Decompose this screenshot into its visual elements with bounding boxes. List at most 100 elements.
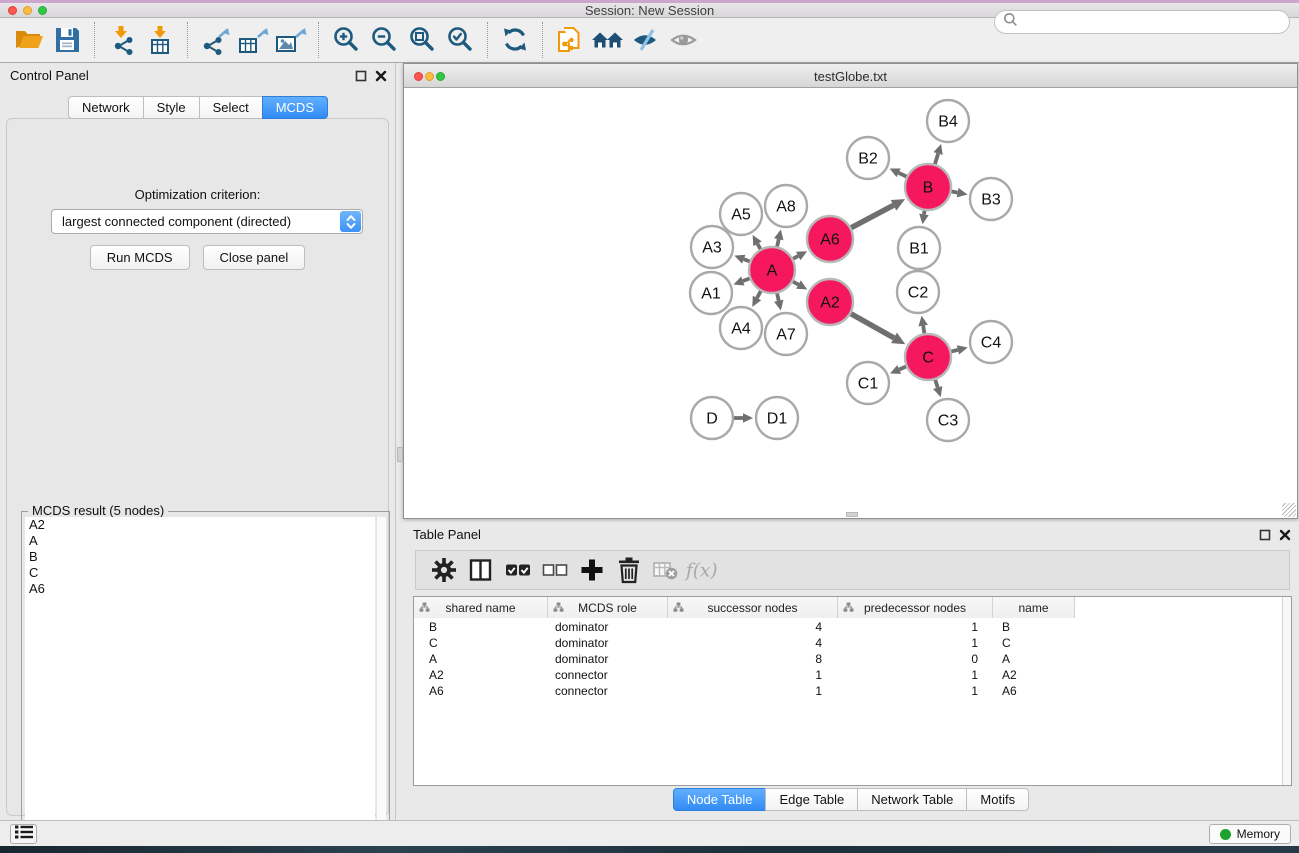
graph-edge-B-B2 [899,173,908,177]
delete-icon[interactable] [610,550,647,590]
graph-node-label: A6 [820,232,840,249]
network-view-window: testGlobe.txt B4B2BB3A8A5A6A3B1AA1C2A2A4… [403,63,1298,519]
arrowhead-icon [919,214,928,225]
tab-mcds[interactable]: MCDS [262,96,328,119]
graph-node-label: C3 [938,413,959,430]
tab-node-table[interactable]: Node Table [673,788,767,811]
zoom-out-icon[interactable] [365,20,403,60]
table-cell: B [993,619,1075,635]
table-row[interactable]: A2connector11A2 [414,667,1281,683]
mcds-result-item[interactable]: A6 [25,581,375,597]
criterion-dropdown[interactable]: largest connected component (directed) [51,209,363,234]
column-header-predecessor-nodes[interactable]: predecessor nodes [838,597,993,618]
tab-motifs[interactable]: Motifs [966,788,1029,811]
desktop-background [0,846,1299,853]
network-canvas[interactable]: B4B2BB3A8A5A6A3B1AA1C2A2A4A7C4CC1DD1C3 [404,89,1297,518]
mcds-result-item[interactable]: A2 [25,517,375,533]
sitemap-icon [843,602,854,616]
close-panel-button[interactable]: Close panel [203,245,306,270]
mcds-result-item[interactable]: B [25,549,375,565]
mcds-result-groupbox: MCDS result (5 nodes) A2ABCA6 [21,511,390,853]
home-pair-icon[interactable] [589,20,627,60]
tab-style[interactable]: Style [143,96,200,119]
column-header-shared-name[interactable]: shared name [414,597,548,618]
float-panel-icon[interactable] [355,69,367,87]
export-network-icon[interactable] [196,20,234,60]
run-mcds-button[interactable]: Run MCDS [90,245,190,270]
column-label: shared name [445,601,515,615]
column-label: name [1018,601,1048,615]
add-icon[interactable] [573,550,610,590]
network-window-titlebar[interactable]: testGlobe.txt [404,64,1297,88]
save-icon[interactable] [48,20,86,60]
tab-edge-table[interactable]: Edge Table [765,788,858,811]
arrowhead-icon [933,386,942,397]
close-panel-icon[interactable] [375,69,387,87]
zoom-selected-icon[interactable] [441,20,479,60]
graph-edge-A-A4 [757,290,761,298]
table-tabs: Node TableEdge TableNetwork TableMotifs [403,788,1299,811]
graph-node-label: A1 [701,286,721,303]
import-network-icon[interactable] [103,20,141,60]
table-scrollbar[interactable] [1282,597,1291,785]
zoom-in-icon[interactable] [327,20,365,60]
select-all-icon[interactable] [499,550,536,590]
table-row[interactable]: A6connector11A6 [414,683,1281,699]
eye-icon[interactable] [665,20,703,60]
deselect-all-icon[interactable] [536,550,573,590]
export-table-icon[interactable] [234,20,272,60]
refresh-icon[interactable] [496,20,534,60]
table-body: Bdominator41BCdominator41CAdominator80AA… [414,619,1281,699]
table-cell: B [414,619,548,635]
network-graph[interactable]: B4B2BB3A8A5A6A3B1AA1C2A2A4A7C4CC1DD1C3 [404,89,1297,518]
column-header-name[interactable]: name [993,597,1075,618]
table-cell: connector [548,683,668,699]
network-vscroll-thumb[interactable] [397,447,403,462]
memory-status-icon [1220,829,1231,840]
search-field[interactable] [994,10,1290,34]
tab-network[interactable]: Network [68,96,144,119]
share-document-icon[interactable] [551,20,589,60]
export-image-icon[interactable] [272,20,310,60]
tab-select[interactable]: Select [199,96,263,119]
hide-panels-icon[interactable] [627,20,665,60]
import-table-icon[interactable] [141,20,179,60]
graph-node-label: A3 [702,240,722,257]
mcds-result-item[interactable]: C [25,565,375,581]
graph-node-label: C1 [858,376,879,393]
network-hscroll-thumb[interactable] [846,512,858,517]
sitemap-icon [419,602,430,616]
graph-node-label: A5 [731,207,751,224]
table-cell: C [993,635,1075,651]
table-cell: dominator [548,619,668,635]
graph-node-label: B1 [909,241,929,258]
table-cell: A2 [993,667,1075,683]
search-input[interactable] [1022,14,1272,31]
dropdown-stepper-icon [340,211,361,232]
table-cell: connector [548,667,668,683]
table-row[interactable]: Adominator80A [414,651,1281,667]
graph-node-label: A8 [776,199,796,216]
table-cell: A6 [993,683,1075,699]
graph-node-label: D1 [767,411,788,428]
table-row[interactable]: Cdominator41C [414,635,1281,651]
settings-icon[interactable] [425,550,462,590]
columns-icon[interactable] [462,550,499,590]
network-resize-grip[interactable] [1282,503,1296,517]
column-label: successor nodes [707,601,797,615]
table-row[interactable]: Bdominator41B [414,619,1281,635]
status-bar: Memory [0,820,1299,846]
open-folder-icon[interactable] [10,20,48,60]
optimization-criterion-label: Optimization criterion: [7,187,388,202]
mcds-result-item[interactable]: A [25,533,375,549]
tab-network-table[interactable]: Network Table [857,788,967,811]
toolbar-separator [94,22,95,58]
close-panel-icon[interactable] [1279,528,1291,546]
memory-button[interactable]: Memory [1209,824,1291,844]
mcds-result-scrollbar[interactable] [376,517,386,853]
float-panel-icon[interactable] [1259,528,1271,546]
task-history-button[interactable] [10,824,37,844]
zoom-fit-icon[interactable] [403,20,441,60]
column-header-successor-nodes[interactable]: successor nodes [668,597,838,618]
column-header-MCDS-role[interactable]: MCDS role [548,597,668,618]
